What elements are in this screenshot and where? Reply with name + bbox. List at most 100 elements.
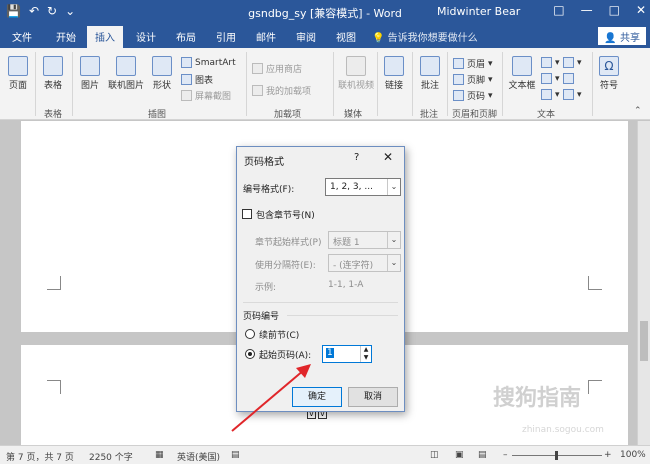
shapes-button[interactable]: 形状 <box>148 56 176 91</box>
format-select[interactable]: 1, 2, 3, ... ⌄ <box>325 178 401 196</box>
group-label-header-footer: 页眉和页脚 <box>452 110 498 120</box>
wordart-button[interactable]: ▾ <box>541 73 560 84</box>
link-icon <box>384 56 404 76</box>
format-value: 1, 2, 3, ... <box>330 182 373 192</box>
picture-button[interactable]: 图片 <box>76 56 104 91</box>
cancel-button[interactable]: 取消 <box>348 387 398 407</box>
continue-label[interactable]: 续前节(C) <box>259 328 299 341</box>
tab-file[interactable]: 文件 <box>12 29 32 44</box>
maximize-icon[interactable]: □ <box>609 3 620 17</box>
chapter-style-select[interactable]: 标题 1 ⌄ <box>328 231 401 249</box>
share-button[interactable]: 👤 共享 <box>598 27 646 45</box>
spin-arrows-icon[interactable]: ▲ ▼ <box>360 346 371 362</box>
read-mode-icon[interactable]: ◫ <box>430 450 439 460</box>
watermark-url: zhinan.sogou.com <box>522 425 604 435</box>
zoom-out-icon[interactable]: – <box>503 450 508 460</box>
tab-mailings[interactable]: 邮件 <box>256 29 276 44</box>
close-button[interactable]: ✕ <box>383 150 393 164</box>
comment-button[interactable]: 批注 <box>416 56 444 91</box>
word-count[interactable]: 2250 个字 <box>89 450 133 463</box>
textbox-label: 文本框 <box>508 81 536 91</box>
signature-line-button[interactable]: ▾ <box>563 57 582 68</box>
group-separator <box>502 52 503 116</box>
symbol-button[interactable]: Ω 符号 <box>596 56 622 91</box>
store-icon <box>252 63 263 74</box>
crop-mark <box>588 380 602 394</box>
chapter-style-label: 章节起始样式(P) <box>255 238 322 248</box>
screenshot-icon <box>181 90 192 101</box>
online-picture-button[interactable]: 联机图片 <box>106 56 146 91</box>
footer-button[interactable]: 页脚 ▾ <box>453 73 493 86</box>
tab-layout[interactable]: 布局 <box>176 29 196 44</box>
header-icon <box>453 58 464 69</box>
zoom-in-icon[interactable]: + <box>604 450 612 460</box>
textbox-icon <box>512 56 532 76</box>
ribbon-display-icon[interactable]: □ <box>553 3 564 17</box>
pages-button[interactable]: 页面 <box>5 56 31 91</box>
screenshot-button[interactable]: 屏幕截图 <box>181 89 231 102</box>
group-separator <box>72 52 73 116</box>
link-button[interactable]: 链接 <box>380 56 408 91</box>
watermark-brand: 搜狗指南 <box>493 386 582 411</box>
proofing-icon[interactable]: ▦ <box>155 450 164 460</box>
online-video-label: 联机视频 <box>337 81 374 91</box>
include-chapter-checkbox[interactable] <box>242 209 252 219</box>
scrollbar-thumb[interactable] <box>640 321 648 361</box>
close-icon[interactable]: ✕ <box>636 3 646 17</box>
start-at-radio[interactable] <box>245 349 255 359</box>
header-button[interactable]: 页眉 ▾ <box>453 57 493 70</box>
start-at-input[interactable]: 1 ▲ ▼ <box>322 345 372 363</box>
online-video-button[interactable]: 联机视频 <box>336 56 376 91</box>
zoom-slider-thumb[interactable] <box>555 451 558 460</box>
print-layout-icon[interactable]: ▣ <box>455 450 464 460</box>
tab-home[interactable]: 开始 <box>56 29 76 44</box>
zoom-level[interactable]: 100% <box>620 450 646 460</box>
web-layout-icon[interactable]: ▤ <box>478 450 487 460</box>
textbox-button[interactable]: 文本框 <box>506 56 538 91</box>
ok-button[interactable]: 确定 <box>292 387 342 407</box>
group-separator <box>333 52 334 116</box>
minimize-icon[interactable]: — <box>581 3 593 17</box>
tab-design[interactable]: 设计 <box>136 29 156 44</box>
shapes-icon <box>152 56 172 76</box>
language[interactable]: 英语(美国) <box>177 450 220 463</box>
share-label: 共享 <box>620 33 640 44</box>
vertical-scrollbar[interactable] <box>637 121 650 445</box>
start-at-label[interactable]: 起始页码(A): <box>259 348 311 361</box>
date-time-button[interactable] <box>563 73 574 84</box>
macro-icon[interactable]: ▤ <box>231 450 240 460</box>
collapse-ribbon-icon[interactable]: ⌃ <box>634 106 642 116</box>
page-number-button[interactable]: 页码 ▾ <box>453 89 493 102</box>
link-label: 链接 <box>384 81 403 91</box>
pages-label: 页面 <box>8 81 27 91</box>
crop-mark <box>47 380 61 394</box>
group-separator <box>412 52 413 116</box>
crop-mark <box>588 276 602 290</box>
chart-label: 图表 <box>195 76 214 86</box>
quick-parts-button[interactable]: ▾ <box>541 57 560 68</box>
tell-me-input[interactable]: 💡 告诉我你想要做什么 <box>372 29 478 44</box>
user-name[interactable]: Midwinter Bear <box>437 5 520 18</box>
tab-review[interactable]: 审阅 <box>296 29 316 44</box>
page-count[interactable]: 第 7 页，共 7 页 <box>6 450 74 463</box>
object-button[interactable]: ▾ <box>563 89 582 100</box>
online-picture-icon <box>116 56 136 76</box>
table-button[interactable]: 表格 <box>40 56 66 91</box>
continue-radio[interactable] <box>245 329 255 339</box>
my-addins-button[interactable]: 我的加载项 <box>252 84 311 97</box>
chevron-down-icon: ⌄ <box>387 179 400 195</box>
store-label: 应用商店 <box>266 65 303 75</box>
tab-view[interactable]: 视图 <box>336 29 356 44</box>
tab-references[interactable]: 引用 <box>216 29 236 44</box>
smartart-button[interactable]: SmartArt <box>181 57 236 68</box>
chart-icon <box>181 74 192 85</box>
help-button[interactable]: ? <box>354 152 359 163</box>
tab-insert[interactable]: 插入 <box>87 26 123 48</box>
separator-select[interactable]: - (连字符) ⌄ <box>328 254 401 272</box>
group-separator <box>377 52 378 116</box>
include-chapter-label[interactable]: 包含章节号(N) <box>256 208 315 221</box>
dropcap-button[interactable]: ▾ <box>541 89 560 100</box>
chart-button[interactable]: 图表 <box>181 73 213 86</box>
example-label: 示例: <box>255 283 277 293</box>
store-button[interactable]: 应用商店 <box>252 62 302 75</box>
